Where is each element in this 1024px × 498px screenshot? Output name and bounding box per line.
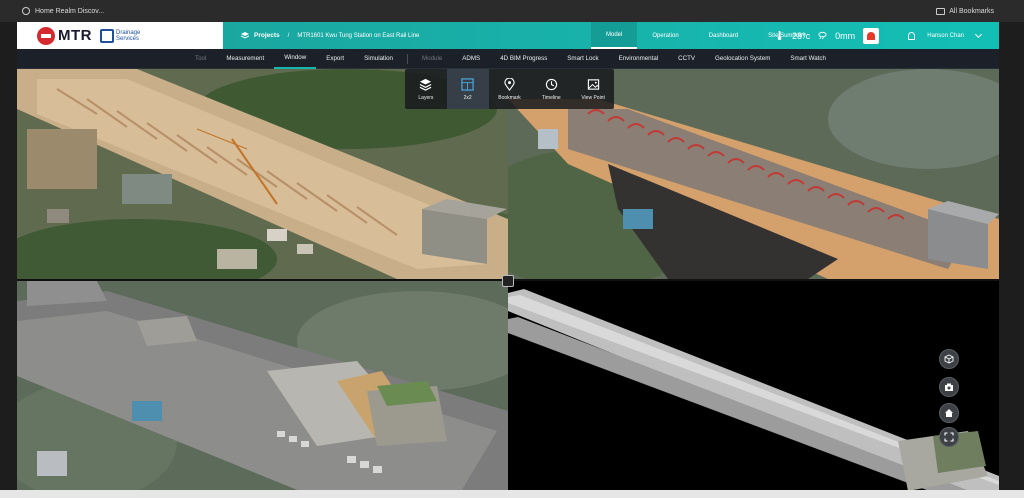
grid-icon [461,77,474,91]
nav-model[interactable]: Model [591,22,638,49]
submenu-cctv[interactable]: CCTV [668,49,705,69]
home-view-button[interactable] [939,403,959,423]
view-cube-button[interactable] [939,349,959,369]
breadcrumb-separator: / [287,32,290,39]
tool-viewpoint[interactable]: View Point [572,69,614,109]
tool-viewpoint-label: View Point [581,94,605,101]
tool-bookmark[interactable]: Bookmark [489,69,531,109]
submenu-window[interactable]: Window [274,49,317,69]
submenu-simulation[interactable]: Simulation [354,49,403,69]
viewer-toolbar: Layers 2x2 Bookmark Timeline View Point [405,69,614,109]
station-3d-model [17,281,508,498]
submenu-4d-bim[interactable]: 4D BIM Progress [490,49,557,69]
viewport-bottom-right[interactable] [508,281,999,498]
tool-layers[interactable]: Layers [405,69,447,109]
tool-layers-label: Layers [418,94,434,101]
logo-area: MTR Drainage Services [17,22,223,49]
mtr-logo[interactable]: MTR [37,26,92,45]
submenu-measurement[interactable]: Measurement [216,49,274,69]
breadcrumb-projects[interactable]: Projects [254,32,280,39]
submenu-tool: Tool [195,55,207,62]
image-icon [587,78,599,90]
home-icon [945,409,953,417]
top-header: MTR Drainage Services Projects / MTR1601… [17,22,999,49]
tool-timeline[interactable]: Timeline [530,69,572,109]
tool-grid[interactable]: 2x2 [446,69,489,109]
nav-dashboard[interactable]: Dashboard [694,22,753,49]
rail-model-view [508,281,999,498]
pin-icon [504,77,515,91]
submenu-module: Module [422,55,443,62]
dept-mark-icon [100,28,114,43]
mtr-mark-icon [37,26,55,45]
fullscreen-icon [944,432,954,442]
viewport-bottom-left[interactable] [17,281,508,498]
clock-icon [545,78,557,90]
all-bookmarks-label: All Bookmarks [949,7,994,15]
layers-icon [420,78,432,91]
fullscreen-button[interactable] [939,427,959,447]
submenu-smart-lock[interactable]: Smart Lock [557,49,608,69]
rainfall-value: 0mm [835,30,856,41]
all-bookmarks-button[interactable]: All Bookmarks [936,7,994,15]
rain-cloud-icon [818,31,827,40]
weather-widget: 28°c 0mm [775,22,880,49]
tool-grid-label: 2x2 [463,94,472,101]
tool-timeline-label: Timeline [541,94,561,101]
submenu-export[interactable]: Export [316,49,354,69]
dept-logo-text: Drainage Services [116,29,141,42]
temperature-value: 28°c [792,30,811,41]
tool-bookmark-label: Bookmark [498,94,521,101]
bookmark-label: Home Realm Discov... [35,7,105,15]
camera-icon [945,383,953,391]
submenu-divider [407,53,408,64]
app-window: MTR Drainage Services Projects / MTR1601… [17,22,999,498]
department-logo: Drainage Services [100,28,141,43]
submenu-geolocation[interactable]: Geolocation System [705,49,780,69]
nav-operation[interactable]: Operation [637,22,693,49]
globe-icon [22,7,30,15]
bell-icon[interactable] [908,31,916,40]
viewport-resize-handle[interactable] [502,275,514,287]
browser-status-strip [0,490,1024,498]
user-name: Hanson Chan [927,32,964,39]
layers-small-icon [241,31,249,39]
chevron-down-icon [974,30,983,38]
bookmark-home-realm[interactable]: Home Realm Discov... [22,7,104,15]
brand-name: MTR [58,27,92,44]
submenu-smart-watch[interactable]: Smart Watch [780,49,836,69]
weather-warning-icon[interactable] [863,27,880,44]
user-menu[interactable]: Hanson Chan [908,22,983,49]
breadcrumb: Projects / MTR1601 Kwu Tung Station on E… [223,31,419,40]
cube-icon [944,354,954,364]
module-menu: Tool Measurement Window Export Simulatio… [17,49,999,69]
breadcrumb-project[interactable]: MTR1601 Kwu Tung Station on East Rail Li… [297,33,419,39]
folder-icon [936,7,946,15]
thermometer-icon [777,31,782,40]
browser-bookmark-bar: Home Realm Discov... All Bookmarks [0,0,1024,22]
submenu-adms[interactable]: ADMS [452,49,490,69]
snapshot-button[interactable] [939,377,959,397]
submenu-environmental[interactable]: Environmental [609,49,669,69]
header-bar: Projects / MTR1601 Kwu Tung Station on E… [223,22,999,49]
